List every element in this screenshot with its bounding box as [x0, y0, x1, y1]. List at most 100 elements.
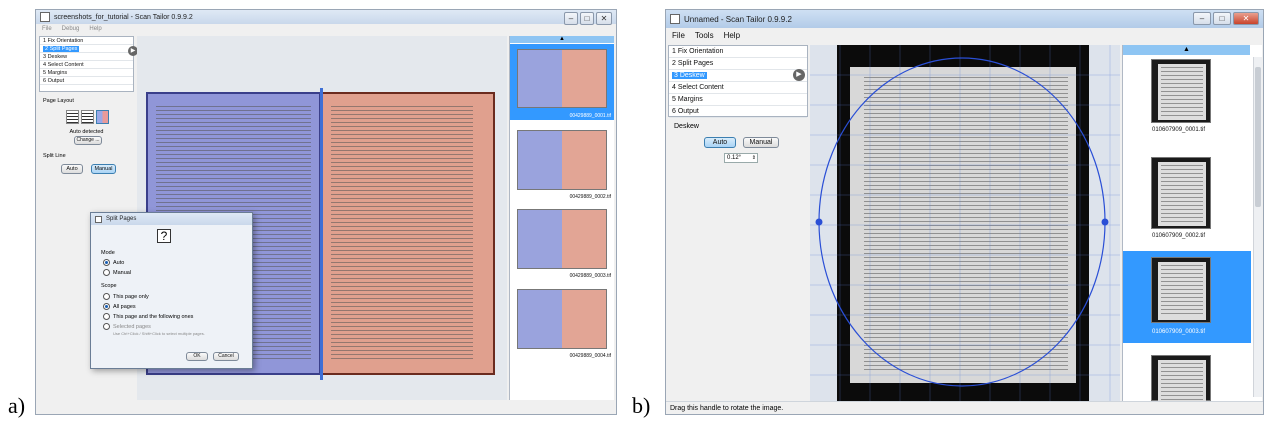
stage-fix-orientation[interactable]: 1 Fix Orientation — [669, 46, 807, 58]
deskew-manual-button[interactable]: Manual — [743, 137, 779, 148]
split-line-auto-button[interactable]: Auto — [61, 164, 83, 174]
ok-button[interactable]: OK — [186, 352, 208, 361]
single-page-layout-icon[interactable] — [66, 110, 79, 124]
auto-detected-status: Auto detected — [69, 129, 104, 135]
dialog-title-bar: Split Pages — [91, 213, 252, 225]
stage-select-content[interactable]: 4 Select Content — [40, 61, 133, 69]
scope-selected-radio[interactable]: Selected pages — [103, 323, 151, 330]
play-icon[interactable]: ▶ — [793, 69, 805, 81]
grid-lines — [810, 45, 1120, 401]
scope-hint: Use Ctrl+Click / Shift+Click to select m… — [113, 331, 205, 336]
title-bar: screenshots_for_tutorial - Scan Tailor 0… — [36, 10, 616, 25]
deskew-title: Deskew — [674, 123, 699, 130]
spin-arrows-icon[interactable]: ⇕ — [752, 154, 756, 162]
thumbnail-filename: 00429889_0001.tif — [569, 113, 611, 119]
app-icon — [40, 12, 50, 22]
menu-bar: File Tools Help — [666, 28, 1263, 42]
mode-manual-radio[interactable]: Manual — [103, 269, 131, 276]
layout-buttons — [66, 110, 109, 124]
thumbnail-item[interactable]: 00429889_0002.tif — [510, 128, 614, 200]
thumbnail-filename: 00429889_0002.tif — [569, 194, 611, 200]
thumbnail-item[interactable]: 00429889_0004.tif — [510, 287, 614, 359]
app-icon — [95, 215, 102, 223]
menu-debug[interactable]: Debug — [62, 26, 80, 32]
window-title: Unnamed - Scan Tailor 0.9.9.2 — [684, 14, 792, 24]
stage-split-pages[interactable]: 2 Split Pages — [669, 58, 807, 70]
menu-file[interactable]: File — [42, 26, 52, 32]
thumbnail-item[interactable]: 00429889_0003.tif — [510, 207, 614, 279]
angle-value: 0.12° — [727, 155, 742, 161]
stage-label: 2 Split Pages — [43, 46, 80, 52]
options-panel: Deskew Auto Manual 0.12° ⇕ — [668, 120, 808, 170]
stage-margins[interactable]: 5 Margins — [40, 69, 133, 77]
scrollbar-thumb[interactable] — [1255, 67, 1261, 207]
title-bar: Unnamed - Scan Tailor 0.9.9.2 – □ ✕ — [666, 10, 1263, 28]
menu-file[interactable]: File — [672, 31, 685, 40]
panel-label-a: a) — [8, 393, 26, 418]
thumbnail-item[interactable]: 010607909_0003.tif — [1123, 251, 1251, 343]
stage-output[interactable]: 6 Output — [669, 106, 807, 118]
menu-help[interactable]: Help — [724, 31, 740, 40]
status-bar: Drag this handle to rotate the image. — [666, 401, 1263, 414]
thumbnail-filename: 010607909_0001.tif — [1152, 127, 1206, 133]
rotate-handle-right — [1101, 218, 1109, 226]
mode-auto-radio[interactable]: Auto — [103, 259, 124, 266]
deskew-overlay — [810, 45, 1120, 401]
stage-select-content[interactable]: 4 Select Content — [669, 82, 807, 94]
radio-label: This page only — [113, 293, 149, 300]
page-layout-title: Page Layout — [43, 98, 74, 104]
thumbnail-panel: ▲ 010607909_0001.tif 010607909_0002.tif … — [1122, 45, 1262, 401]
dialog-title: Split Pages — [106, 216, 137, 222]
scope-all-pages-radio[interactable]: All pages — [103, 303, 136, 310]
mode-title: Mode — [101, 250, 115, 256]
single-page-cut-layout-icon[interactable] — [81, 110, 94, 124]
stage-fix-orientation[interactable]: 1 Fix Orientation — [40, 37, 133, 45]
minimize-button[interactable]: – — [1193, 12, 1211, 25]
split-line-title: Split Line — [43, 153, 66, 159]
thumbnail-filename: 00429889_0003.tif — [569, 273, 611, 279]
thumbnail-filename: 010607909_0002.tif — [1152, 233, 1206, 239]
thumbnail-item[interactable]: 010607909_0001.tif — [1123, 57, 1251, 141]
stage-output[interactable]: 6 Output — [40, 77, 133, 85]
image-view[interactable] — [810, 45, 1120, 401]
thumbnail-filename: 010607909_0003.tif — [1152, 329, 1206, 335]
stage-deskew[interactable]: 3 Deskew — [669, 70, 807, 82]
panel-label-b: b) — [632, 393, 651, 418]
split-pages-dialog: Split Pages ? Mode Auto Manual Scope Thi… — [90, 212, 253, 369]
radio-label: This page and the following ones — [113, 313, 194, 320]
scope-following-radio[interactable]: This page and the following ones — [103, 313, 193, 320]
thumbnails-scroll-up[interactable]: ▲ — [510, 36, 614, 43]
menu-help[interactable]: Help — [89, 26, 101, 32]
thumbnails-scrollbar[interactable] — [1253, 57, 1262, 397]
thumbnails-scroll-up[interactable]: ▲ — [1123, 45, 1250, 55]
scan-tailor-window-b: Unnamed - Scan Tailor 0.9.9.2 – □ ✕ File… — [665, 9, 1264, 415]
rotation-circle — [818, 57, 1106, 387]
radio-label: Selected pages — [113, 323, 151, 330]
scope-this-page-radio[interactable]: This page only — [103, 293, 149, 300]
thumbnail-filename: 00429889_0004.tif — [569, 353, 611, 359]
question-icon: ? — [157, 229, 171, 243]
stage-deskew[interactable]: 3 Deskew — [40, 53, 133, 61]
radio-label: Auto — [113, 259, 125, 266]
change-button[interactable]: Change ... — [74, 136, 102, 145]
thumbnail-item[interactable] — [1123, 353, 1251, 401]
thumbnail-item[interactable]: 00429889_0001.tif — [510, 44, 614, 120]
stages-list: 1 Fix Orientation 2 Split Pages 3 Deskew… — [39, 36, 134, 92]
stage-margins[interactable]: 5 Margins — [669, 94, 807, 106]
maximize-button[interactable]: □ — [1213, 12, 1231, 25]
split-line-handle[interactable] — [320, 88, 323, 380]
angle-spinbox[interactable]: 0.12° ⇕ — [724, 153, 758, 163]
thumbnail-panel: ▲ 00429889_0001.tif 00429889_0002.tif 00… — [509, 36, 614, 400]
deskew-auto-button[interactable]: Auto — [704, 137, 736, 148]
split-line-manual-button[interactable]: Manual — [91, 164, 116, 174]
stage-label: 3 Deskew — [672, 72, 707, 79]
menu-bar: File Debug Help — [36, 24, 616, 34]
menu-tools[interactable]: Tools — [695, 31, 714, 40]
stage-split-pages[interactable]: 2 Split Pages — [40, 45, 133, 53]
two-pages-layout-icon[interactable] — [96, 110, 109, 124]
rotate-handle-left — [815, 218, 823, 226]
thumbnail-item[interactable]: 010607909_0002.tif — [1123, 155, 1251, 247]
close-button[interactable]: ✕ — [1233, 12, 1259, 25]
radio-label: Manual — [113, 269, 132, 276]
cancel-button[interactable]: Cancel — [213, 352, 239, 361]
